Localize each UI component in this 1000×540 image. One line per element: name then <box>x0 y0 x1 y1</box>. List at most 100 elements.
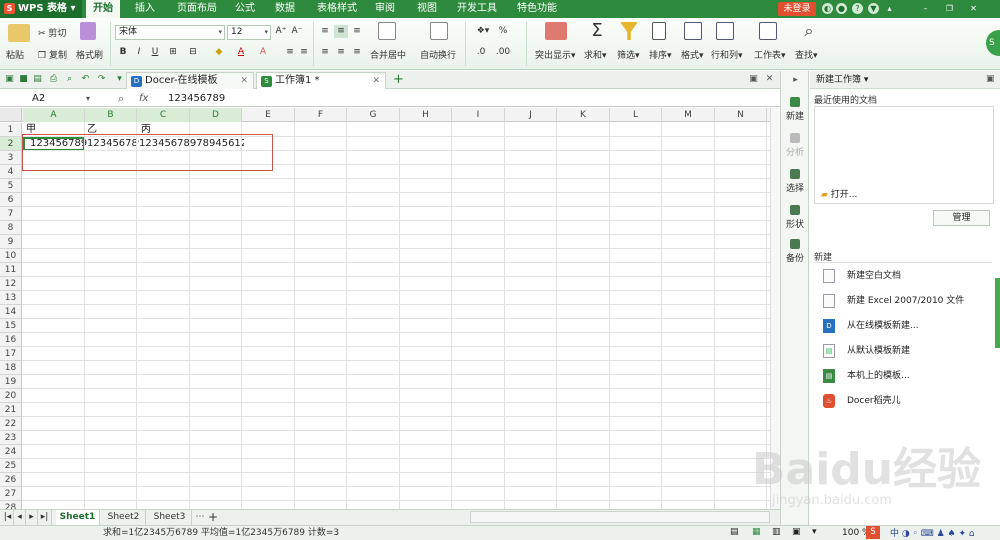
sheet-tab-sheet3[interactable]: Sheet3 <box>148 510 192 525</box>
row-header-11[interactable]: 11 <box>0 263 22 277</box>
number-format-icon[interactable]: ❖▾ <box>472 25 494 38</box>
copy-button[interactable]: ❐ 复制 <box>38 48 67 61</box>
column-header-d[interactable]: D <box>190 108 242 122</box>
column-header-l[interactable]: L <box>610 108 662 122</box>
manage-button[interactable]: 管理 <box>933 210 990 226</box>
help-icon[interactable]: ? <box>852 3 863 14</box>
next-sheet-icon[interactable]: ▸ <box>26 510 38 525</box>
tab-list-icon[interactable]: ▣ <box>748 74 759 85</box>
align-middle-icon[interactable]: ≡ <box>334 25 348 38</box>
find-button[interactable]: 查找▾ <box>795 48 818 61</box>
row-header-26[interactable]: 26 <box>0 473 22 487</box>
undo-icon[interactable]: ↶ <box>80 74 91 85</box>
column-header-f[interactable]: F <box>295 108 347 122</box>
fx-icon[interactable]: fx <box>139 91 148 106</box>
format-painter-icon[interactable] <box>80 22 96 40</box>
menu-view[interactable]: 视图 <box>412 0 442 18</box>
row-header-16[interactable]: 16 <box>0 333 22 347</box>
row-header-20[interactable]: 20 <box>0 389 22 403</box>
row-header-23[interactable]: 23 <box>0 431 22 445</box>
side-select-button[interactable]: 选择 <box>781 169 809 194</box>
align-bottom-icon[interactable]: ≡ <box>350 25 364 38</box>
task-pane-header[interactable]: 新建工作簿 ▾ <box>810 71 1000 89</box>
font-shrink-icon[interactable]: A⁻ <box>290 25 304 38</box>
menu-developer[interactable]: 开发工具 <box>452 0 502 18</box>
bold-icon[interactable]: B <box>116 46 130 59</box>
merge-center-button[interactable]: 合并居中 <box>370 48 406 61</box>
indent-icon[interactable]: ≡ <box>283 46 297 59</box>
column-header-m[interactable]: M <box>662 108 715 122</box>
row-header-3[interactable]: 3 <box>0 151 22 165</box>
sort-icon[interactable] <box>652 22 666 40</box>
row-header-4[interactable]: 4 <box>0 165 22 179</box>
page-layout-view-icon[interactable]: ▦ <box>752 527 761 537</box>
menu-insert[interactable]: 插入 <box>130 0 160 18</box>
pane-edge-handle[interactable] <box>995 278 1000 348</box>
row-header-6[interactable]: 6 <box>0 193 22 207</box>
formula-input[interactable]: 123456789 <box>168 91 225 106</box>
row-header-19[interactable]: 19 <box>0 375 22 389</box>
side-shape-button[interactable]: 形状 <box>781 205 809 230</box>
row-header-14[interactable]: 14 <box>0 305 22 319</box>
fill-color-icon[interactable]: ◆ <box>212 46 226 59</box>
add-sheet-icon[interactable]: + <box>206 510 220 525</box>
tab-workbook1[interactable]: S 工作簿1 * ✕ <box>256 72 386 89</box>
worksheet-button[interactable]: 工作表▾ <box>754 48 786 61</box>
sheet-tab-sheet1[interactable]: Sheet1 <box>56 510 100 525</box>
cut-button[interactable]: ✂ 剪切 <box>38 26 66 39</box>
percent-button[interactable]: % <box>494 25 512 38</box>
column-header-b[interactable]: B <box>85 108 137 122</box>
row-header-2[interactable]: 2 <box>0 137 22 151</box>
new-tab-icon[interactable]: + <box>393 73 404 86</box>
quick-access-dropdown-icon[interactable]: ▾ <box>114 74 125 85</box>
redo-icon[interactable]: ↷ <box>96 74 107 85</box>
column-header-c[interactable]: C <box>137 108 190 122</box>
print-preview-icon[interactable]: ▤ <box>32 74 43 85</box>
row-header-28[interactable]: 28 <box>0 501 22 509</box>
border-icon[interactable]: ⊞ <box>166 46 180 59</box>
align-left-icon[interactable]: ≡ <box>318 46 332 59</box>
menu-page-layout[interactable]: 页面布局 <box>172 0 222 18</box>
docer-link[interactable]: ♨ Docer稻壳儿 <box>820 393 901 409</box>
menu-home[interactable]: 开始 <box>86 0 120 18</box>
tab-docer-template[interactable]: D Docer-在线模板 ✕ <box>126 72 254 89</box>
last-sheet-icon[interactable]: ▸| <box>38 510 52 525</box>
column-header-j[interactable]: J <box>505 108 557 122</box>
highlight-button[interactable]: 突出显示▾ <box>535 48 576 61</box>
close-tab-icon[interactable]: ✕ <box>240 73 248 89</box>
restore-icon[interactable]: ❐ <box>944 3 955 14</box>
pane-arrow-icon[interactable]: ▸ <box>790 75 801 86</box>
new-excel-file-link[interactable]: 新建 Excel 2007/2010 文件 <box>820 293 964 309</box>
horizontal-scrollbar[interactable] <box>470 511 770 523</box>
format-icon[interactable] <box>684 22 702 40</box>
print-icon[interactable]: ⎙ <box>48 74 59 85</box>
merge-icon[interactable]: ⊟ <box>186 46 200 59</box>
menu-data[interactable]: 数据 <box>270 0 300 18</box>
column-header-h[interactable]: H <box>400 108 452 122</box>
shirt-icon[interactable]: ▼ <box>868 3 879 14</box>
sheet-tab-sheet2[interactable]: Sheet2 <box>102 510 146 525</box>
sogou-ime-icon[interactable]: S <box>866 526 880 539</box>
merge-center-icon[interactable] <box>378 22 396 40</box>
row-header-24[interactable]: 24 <box>0 445 22 459</box>
row-col-icon[interactable] <box>716 22 734 40</box>
wrap-text-button[interactable]: 自动换行 <box>420 48 456 61</box>
outdent-icon[interactable]: ≡ <box>297 46 311 59</box>
ime-mode-icon[interactable]: 中 ◑ ◦ ⌨ ♟ ♠ ✦ ⌂ <box>890 526 975 539</box>
row-header-9[interactable]: 9 <box>0 235 22 249</box>
side-backup-button[interactable]: 备份 <box>781 239 809 264</box>
new-blank-doc-link[interactable]: 新建空白文档 <box>820 268 901 284</box>
worksheet-icon[interactable] <box>759 22 777 40</box>
italic-icon[interactable]: I <box>132 46 146 59</box>
column-header-k[interactable]: K <box>557 108 610 122</box>
row-header-22[interactable]: 22 <box>0 417 22 431</box>
clear-format-icon[interactable]: A <box>256 46 270 59</box>
format-button[interactable]: 格式▾ <box>681 48 704 61</box>
row-header-1[interactable]: 1 <box>0 123 22 137</box>
preview-icon[interactable]: ⌕ <box>64 74 75 85</box>
paste-button[interactable]: 粘贴 <box>6 48 24 61</box>
menu-formula[interactable]: 公式 <box>230 0 260 18</box>
skin-icon[interactable]: ◐ <box>822 3 833 14</box>
row-header-21[interactable]: 21 <box>0 403 22 417</box>
row-header-8[interactable]: 8 <box>0 221 22 235</box>
